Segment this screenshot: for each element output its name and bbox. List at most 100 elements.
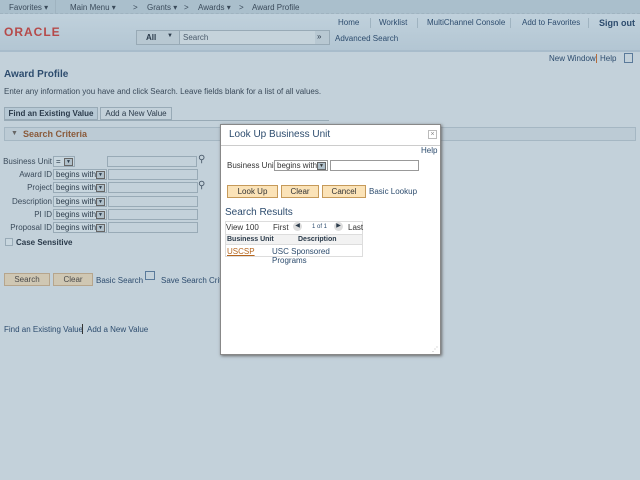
chevron-down-icon[interactable]: ▼ <box>96 211 105 219</box>
lookup-modal: Look Up Business Unit × Help Business Un… <box>220 124 441 355</box>
view-100-link[interactable]: View 100 <box>226 223 259 232</box>
divider <box>417 18 418 28</box>
case-sensitive-label: Case Sensitive <box>16 238 73 247</box>
close-icon[interactable]: × <box>428 130 437 139</box>
divider <box>221 145 440 146</box>
field-label: Award ID <box>19 170 52 179</box>
divider <box>588 18 589 28</box>
next-icon[interactable]: ▶ <box>334 222 343 231</box>
footer-find-existing[interactable]: Find an Existing Value <box>4 325 83 334</box>
collapse-icon[interactable]: ▼ <box>11 130 18 137</box>
advanced-search-link[interactable]: Advanced Search <box>335 34 398 43</box>
operator-select[interactable]: begins with ▼ <box>53 222 107 233</box>
operator-value: begins with <box>56 197 97 206</box>
case-sensitive-checkbox[interactable] <box>5 238 13 246</box>
chevron-down-icon[interactable]: ▼ <box>96 224 105 232</box>
nav-grants[interactable]: Grants ▾ <box>147 3 177 12</box>
bu-operator-select[interactable]: begins with ▼ <box>274 160 328 171</box>
nav-favorites[interactable]: Favorites ▾ <box>9 3 48 12</box>
new-window-link[interactable]: New Window <box>549 54 596 63</box>
save-icon[interactable] <box>145 271 155 280</box>
operator-select[interactable]: begins with ▼ <box>53 196 107 207</box>
oracle-logo: ORACLE <box>4 25 61 39</box>
operator-select[interactable]: begins with ▼ <box>53 182 107 193</box>
link-sign-out[interactable]: Sign out <box>599 18 635 28</box>
result-description: USC Sponsored Programs <box>272 247 330 265</box>
field-input[interactable] <box>108 182 198 193</box>
result-bu-link[interactable]: USCSP <box>227 247 255 256</box>
lookup-icon[interactable]: ⚲ <box>198 180 205 191</box>
field-input[interactable] <box>107 156 197 167</box>
col-description: Description <box>298 236 337 243</box>
field-label: Project <box>27 183 52 192</box>
modal-help-link[interactable]: Help <box>421 146 437 155</box>
operator-value: begins with <box>56 183 97 192</box>
tab-add-new[interactable]: Add a New Value <box>100 107 172 120</box>
nav-sep: > <box>239 3 244 12</box>
prev-icon[interactable]: ◀ <box>293 222 302 231</box>
clear-button[interactable]: Clear <box>53 273 93 286</box>
footer-add-new[interactable]: Add a New Value <box>87 325 148 334</box>
save-search-criteria-link[interactable]: Save Search Criteria <box>161 276 220 285</box>
link-worklist[interactable]: Worklist <box>379 18 407 27</box>
nav-awards[interactable]: Awards ▾ <box>198 3 231 12</box>
search-go-icon[interactable]: » <box>317 32 321 41</box>
tab-find-existing[interactable]: Find an Existing Value <box>4 107 98 120</box>
lookup-button[interactable]: Look Up <box>227 185 278 198</box>
lookup-icon[interactable]: ⚲ <box>198 154 205 165</box>
link-home[interactable]: Home <box>338 18 359 27</box>
operator-select[interactable]: begins with ▼ <box>53 169 107 180</box>
operator-value: = <box>56 157 61 166</box>
chevron-down-icon[interactable]: ▼ <box>96 198 105 206</box>
nav-main-menu[interactable]: Main Menu ▾ <box>70 3 116 12</box>
bu-label: Business Unit <box>227 161 276 170</box>
last-link[interactable]: Last <box>348 223 363 232</box>
divider <box>55 0 56 14</box>
operator-select[interactable]: = ▼ <box>53 156 75 167</box>
help-link[interactable]: Help <box>600 54 616 63</box>
chevron-down-icon[interactable]: ▼ <box>167 33 173 39</box>
section-title: Search Criteria <box>23 129 88 139</box>
field-label: PI ID <box>34 210 52 219</box>
field-input[interactable] <box>108 196 198 207</box>
resize-handle-icon[interactable]: ⋰ <box>432 346 438 353</box>
field-label: Proposal ID <box>10 223 52 232</box>
operator-select[interactable]: begins with ▼ <box>53 209 107 220</box>
results-grid: View 100 First ◀ 1 of 1 ▶ Last Business … <box>225 221 363 265</box>
divider <box>4 120 329 121</box>
link-multichannel[interactable]: MultiChannel Console <box>427 18 505 27</box>
bu-operator-value: begins with <box>277 161 318 170</box>
divider <box>510 18 511 28</box>
table-row[interactable]: USCSP USC Sponsored Programs <box>226 246 362 265</box>
pager-text: 1 of 1 <box>312 224 328 230</box>
modal-title: Look Up Business Unit <box>229 129 331 140</box>
cancel-button[interactable]: Cancel <box>322 185 366 198</box>
chevron-down-icon[interactable]: ▼ <box>64 158 73 166</box>
field-input[interactable] <box>108 169 198 180</box>
col-business-unit: Business Unit <box>227 236 274 243</box>
customize-icon[interactable] <box>624 53 633 63</box>
results-title: Search Results <box>225 207 293 218</box>
instructions: Enter any information you have and click… <box>4 87 322 96</box>
field-label: Business Unit <box>3 157 52 166</box>
basic-lookup-link[interactable]: Basic Lookup <box>369 187 417 196</box>
bu-input[interactable] <box>330 160 419 171</box>
divider <box>82 324 83 334</box>
chevron-down-icon[interactable]: ▼ <box>96 171 105 179</box>
search-input[interactable]: Search <box>179 31 315 44</box>
basic-search-link[interactable]: Basic Search <box>96 276 143 285</box>
field-input[interactable] <box>108 222 198 233</box>
first-link[interactable]: First <box>273 223 289 232</box>
search-scope[interactable]: All <box>146 33 156 42</box>
field-input[interactable] <box>108 209 198 220</box>
chevron-down-icon[interactable]: ▼ <box>96 184 105 192</box>
chevron-down-icon[interactable]: ▼ <box>317 162 326 170</box>
field-label: Description <box>11 197 52 206</box>
link-add-favorites[interactable]: Add to Favorites <box>522 18 580 27</box>
modal-clear-button[interactable]: Clear <box>281 185 319 198</box>
search-button[interactable]: Search <box>4 273 50 286</box>
nav-award-profile[interactable]: Award Profile <box>252 3 299 12</box>
global-search: All ▼ Search » <box>136 30 330 45</box>
nav-sep: > <box>184 3 189 12</box>
nav-bar: Favorites ▾ Main Menu ▾ > Grants ▾ > Awa… <box>0 0 640 14</box>
